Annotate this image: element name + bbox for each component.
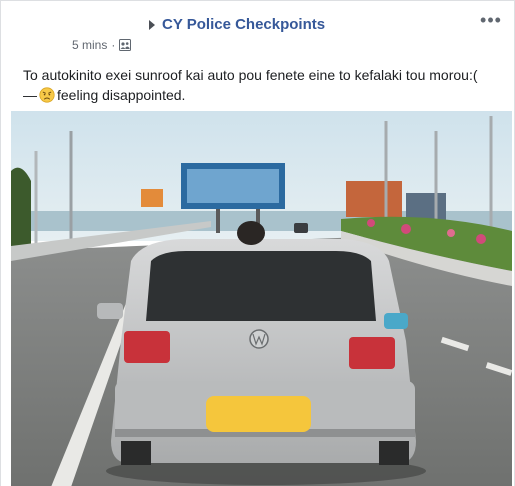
page-name-link[interactable]: CY Police Checkpoints bbox=[162, 16, 325, 33]
left-mirror bbox=[97, 303, 123, 319]
billboard-image bbox=[187, 169, 279, 203]
person-head bbox=[237, 221, 265, 245]
friends-privacy-icon[interactable] bbox=[119, 39, 132, 51]
vw-logo bbox=[249, 329, 269, 349]
billboard-post bbox=[216, 209, 220, 233]
orange-sign bbox=[141, 189, 163, 207]
more-options-icon: ••• bbox=[480, 10, 502, 30]
flowers bbox=[401, 224, 411, 234]
timestamp-link[interactable]: 5 mins bbox=[72, 38, 107, 52]
rear-window bbox=[146, 251, 376, 321]
post-header: CY Police Checkpoints bbox=[148, 16, 325, 33]
right-caret-icon bbox=[149, 19, 155, 30]
post-message: To autokinito exei sunroof kai auto pou … bbox=[23, 65, 508, 105]
post-text-line: To autokinito exei sunroof kai auto pou … bbox=[23, 67, 478, 83]
feeling-text: feeling disappointed. bbox=[57, 87, 186, 103]
right-wheel bbox=[379, 441, 409, 465]
post-card: CY Police Checkpoints 5 mins · ••• To au… bbox=[0, 0, 515, 486]
flowers bbox=[476, 234, 486, 244]
feeling-dash: — bbox=[23, 87, 37, 103]
post-meta: 5 mins · bbox=[72, 38, 132, 52]
flowers bbox=[447, 229, 455, 237]
right-mirror bbox=[384, 313, 408, 329]
disappointed-face-icon bbox=[39, 87, 55, 103]
more-options-button[interactable]: ••• bbox=[480, 11, 502, 29]
blurred-license-plate bbox=[206, 396, 311, 432]
meta-separator: · bbox=[111, 38, 116, 52]
flowers bbox=[367, 219, 375, 227]
left-wheel bbox=[121, 441, 151, 465]
left-taillight bbox=[124, 331, 170, 363]
feeling-line: — feeling disappointed. bbox=[23, 85, 508, 105]
right-taillight bbox=[349, 337, 395, 369]
building bbox=[406, 193, 446, 221]
post-photo[interactable] bbox=[11, 111, 512, 486]
distant-car bbox=[294, 223, 308, 233]
red-sign bbox=[346, 181, 402, 217]
